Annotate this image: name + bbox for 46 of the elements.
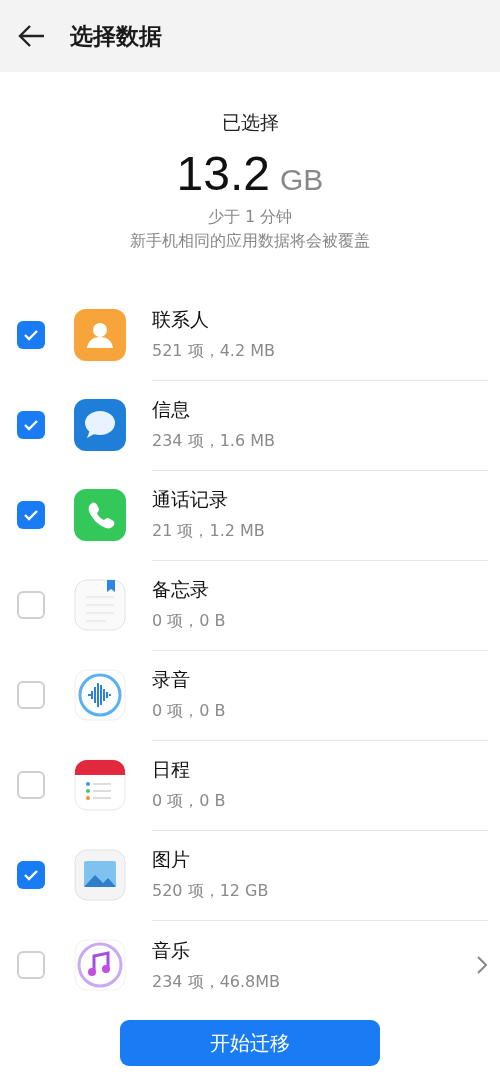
item-detail: 0 项，0 B [152,611,227,632]
checkmark-icon [23,869,39,881]
sound-wave-icon [74,669,126,721]
item-name: 录音 [152,667,191,692]
phone-icon [74,489,126,541]
picture-icon [74,849,126,901]
checkbox[interactable] [17,861,45,889]
start-migration-button[interactable]: 开始迁移 [120,1020,380,1066]
item-name: 图片 [152,847,191,872]
music-note-icon [74,939,126,991]
item-detail: 234 项，1.6 MB [152,431,276,452]
item-detail: 0 项，0 B [152,791,227,812]
back-arrow-icon [18,24,46,48]
item-name: 信息 [152,397,191,422]
overwrite-note: 新手机相同的应用数据将会被覆盖 [130,230,370,252]
back-button[interactable] [18,24,46,48]
estimated-time: 少于 1 分钟 [207,206,293,228]
checkbox[interactable] [17,681,45,709]
selected-label: 已选择 [221,110,279,135]
chevron-right-icon[interactable] [476,955,488,975]
checkbox[interactable] [17,771,45,799]
page-title: 选择数据 [70,21,162,51]
item-name: 通话记录 [152,487,229,512]
checkmark-icon [23,419,39,431]
item-name: 日程 [152,757,191,782]
item-name: 联系人 [152,307,210,332]
item-name: 音乐 [152,937,191,963]
checkmark-icon [23,509,39,521]
checkbox[interactable] [17,321,45,349]
item-detail: 520 项，12 GB [152,881,270,902]
checkbox[interactable] [17,501,45,529]
checkbox[interactable] [17,591,45,619]
item-detail: 21 项，1.2 MB [152,521,266,542]
item-detail: 234 项，46.8MB [152,971,282,993]
checkbox[interactable] [17,951,45,979]
calendar-icon [74,759,126,811]
checkmark-icon [23,329,39,341]
checkbox[interactable] [17,411,45,439]
item-name: 备忘录 [152,577,210,602]
notepad-icon [74,579,126,631]
item-detail: 0 项，0 B [152,701,227,722]
selected-size: 13.2 [176,146,271,201]
chat-bubble-icon [74,399,126,451]
size-unit: GB [280,163,324,197]
item-detail: 521 项，4.2 MB [152,341,276,362]
contact-icon [74,309,126,361]
